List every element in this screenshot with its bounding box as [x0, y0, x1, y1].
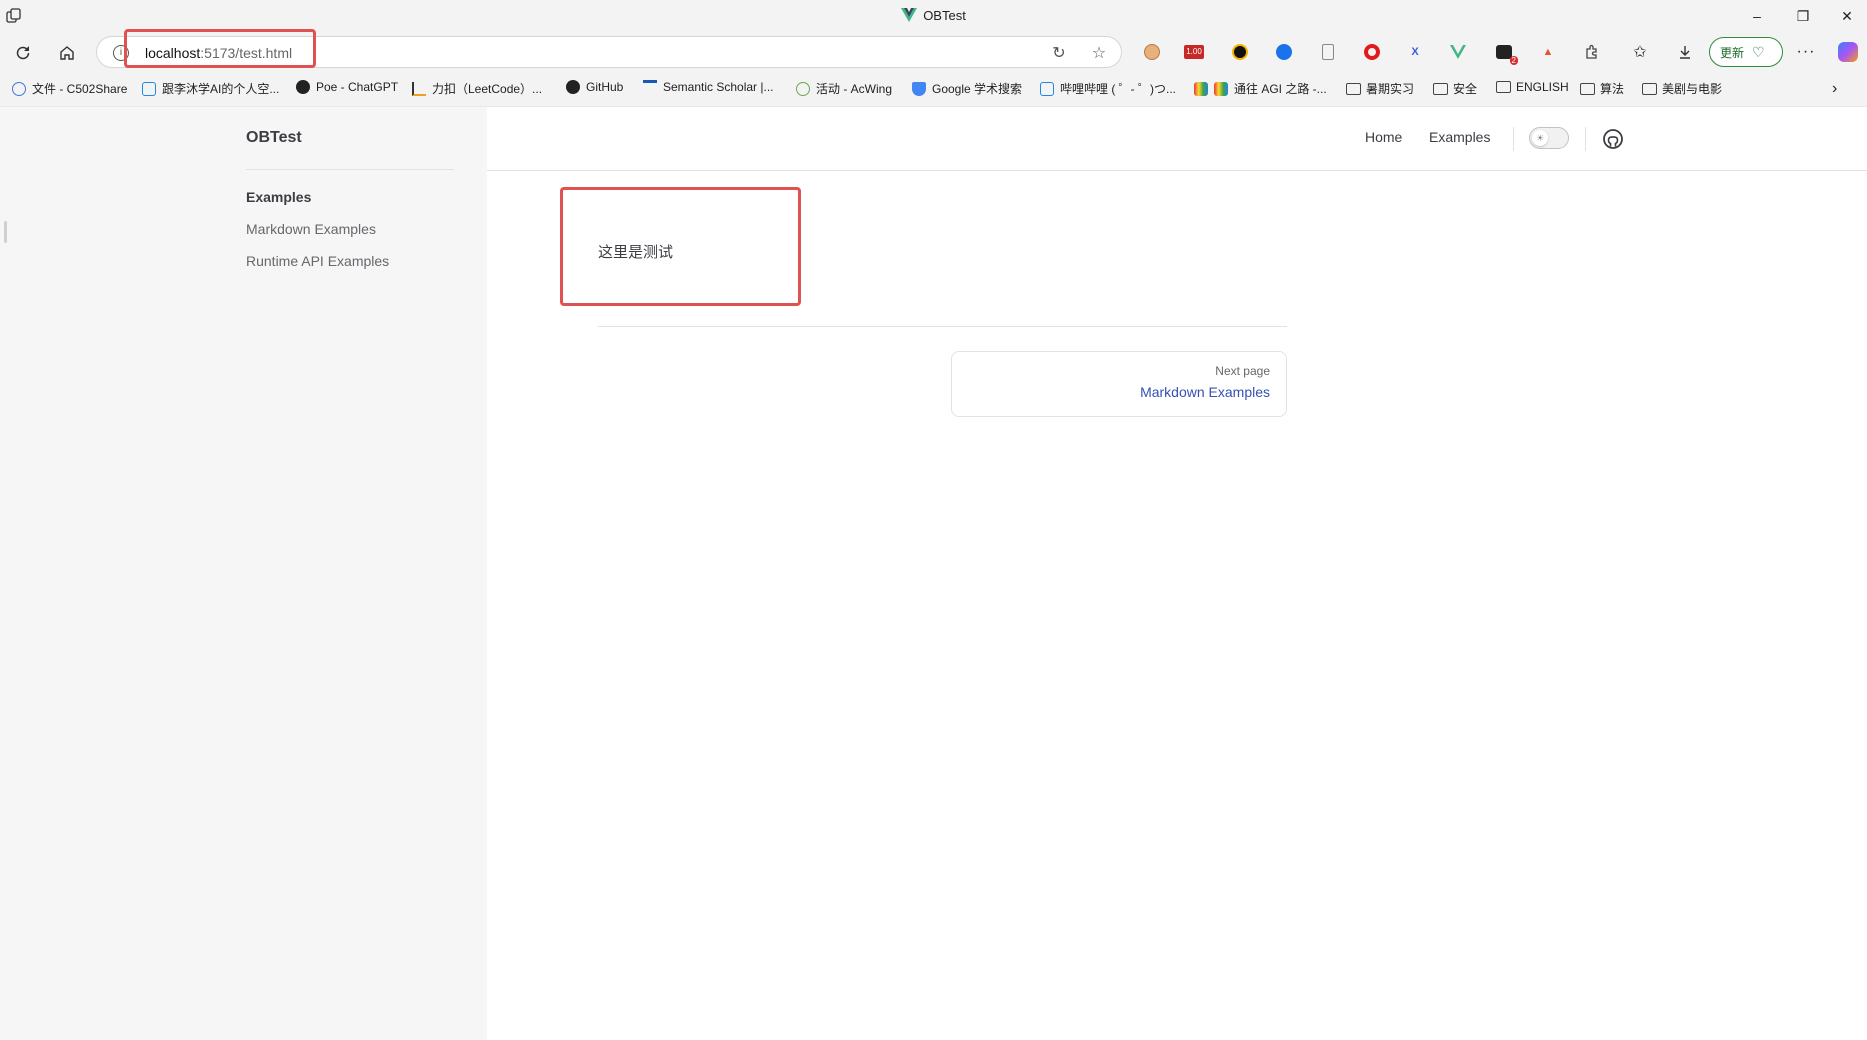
- close-button[interactable]: ✕: [1824, 0, 1867, 32]
- top-navbar: Home Examples ☀: [487, 107, 1867, 171]
- bookmark-semantic-scholar[interactable]: Semantic Scholar |...: [643, 80, 774, 94]
- content-divider: [598, 326, 1287, 327]
- bookmark-github[interactable]: GitHub: [566, 80, 623, 94]
- sidebar-link-markdown-examples[interactable]: Markdown Examples: [246, 221, 376, 237]
- globe-icon: [12, 81, 26, 96]
- window-title-text: OBTest: [923, 8, 966, 23]
- sidebar-link-runtime-api-examples[interactable]: Runtime API Examples: [246, 253, 389, 269]
- minimize-button[interactable]: –: [1734, 0, 1780, 32]
- page-viewport: OBTest Examples Markdown Examples Runtim…: [0, 106, 1867, 1040]
- nav-home-link[interactable]: Home: [1365, 129, 1402, 145]
- downloads-icon[interactable]: [1675, 42, 1695, 62]
- sidebar-resize-handle[interactable]: [4, 221, 7, 243]
- home-icon: [60, 46, 74, 60]
- next-page-link[interactable]: Next page Markdown Examples: [951, 351, 1287, 417]
- github-icon: [566, 80, 580, 94]
- annotation-highlight-url: [124, 29, 316, 68]
- nav-examples-link[interactable]: Examples: [1429, 129, 1490, 145]
- puzzle-icon: [1586, 44, 1597, 59]
- scholar-icon: [912, 81, 926, 96]
- bookmark-limu[interactable]: 跟李沐学AI的个人空...: [142, 80, 279, 97]
- extension-document-icon[interactable]: [1318, 42, 1338, 62]
- sidebar-section-examples[interactable]: Examples: [246, 189, 311, 205]
- sun-icon: ☀: [1532, 130, 1548, 146]
- folder-icon: [1580, 82, 1595, 95]
- github-icon[interactable]: [1603, 129, 1623, 149]
- folder-icon: [1433, 82, 1448, 95]
- extension-mail-icon[interactable]: 2: [1494, 42, 1518, 65]
- extension-avatar-icon[interactable]: [1142, 42, 1162, 62]
- vue-logo-icon: [901, 8, 918, 22]
- bookmark-folder-internship[interactable]: 暑期实习: [1346, 80, 1414, 97]
- update-label: 更新: [1720, 45, 1745, 60]
- pager-desc: Next page: [1215, 364, 1270, 378]
- title-bar: OBTest – ❐ ✕: [0, 0, 1867, 32]
- extension-counter-icon[interactable]: 1.00: [1184, 42, 1204, 62]
- bookmark-poe[interactable]: Poe - ChatGPT: [296, 80, 398, 94]
- download-icon: [1680, 46, 1690, 59]
- bookmark-folder-algorithms[interactable]: 算法: [1580, 80, 1624, 97]
- bookmark-leetcode[interactable]: 力扣（LeetCode）...: [412, 80, 542, 97]
- semantic-scholar-icon: [643, 80, 657, 94]
- extensions-puzzle-icon[interactable]: [1582, 42, 1602, 62]
- docs-sidebar: OBTest Examples Markdown Examples Runtim…: [0, 107, 487, 1040]
- extension-chat-icon[interactable]: [1274, 42, 1294, 62]
- folder-icon: [1346, 82, 1361, 95]
- browser-toolbar: i localhost:5173/test.html ↻ ☆ 1.00 X 2 …: [0, 29, 1867, 72]
- nav-separator: [1585, 127, 1586, 151]
- annotation-highlight-content: [560, 187, 801, 306]
- bookmarks-bar: 文件 - C502Share 跟李沐学AI的个人空... Poe - ChatG…: [0, 72, 1867, 106]
- bookmark-folder-security[interactable]: 安全: [1433, 80, 1477, 97]
- update-button[interactable]: 更新 ♡: [1709, 37, 1783, 67]
- window-title: OBTest: [0, 8, 1867, 23]
- bookmark-folder-english[interactable]: ENGLISH: [1496, 80, 1569, 94]
- extension-vue-devtools-icon[interactable]: [1448, 42, 1468, 62]
- bookmarks-overflow-chevron-icon[interactable]: ›: [1832, 80, 1837, 98]
- home-button[interactable]: [54, 40, 80, 66]
- bookmark-bilibili[interactable]: 哔哩哔哩 ( ゜- ゜)つ...: [1040, 80, 1176, 97]
- site-title[interactable]: OBTest: [246, 129, 302, 147]
- nav-separator: [1513, 127, 1514, 151]
- bookmark-acwing[interactable]: 活动 - AcWing: [796, 80, 892, 97]
- bilibili-icon: [1040, 81, 1054, 96]
- vue-devtools-icon: [1450, 45, 1466, 59]
- pager-title: Markdown Examples: [1140, 384, 1270, 400]
- extension-counter-badge: 1.00: [1184, 45, 1204, 59]
- bilibili-icon: [142, 81, 156, 96]
- restore-button[interactable]: ❐: [1780, 0, 1826, 32]
- bookmark-folder-movies[interactable]: 美剧与电影: [1642, 80, 1722, 97]
- bookmark-google-scholar[interactable]: Google 学术搜索: [912, 80, 1022, 97]
- sidebar-divider: [246, 169, 454, 170]
- rainbow-icon: [1214, 81, 1228, 96]
- more-menu-icon[interactable]: ···: [1796, 42, 1816, 62]
- favorite-star-icon[interactable]: ☆: [1089, 43, 1109, 63]
- folder-icon: [1642, 82, 1657, 95]
- leetcode-icon: [412, 81, 426, 96]
- extension-x-icon[interactable]: X: [1405, 42, 1425, 62]
- update-heart-icon: ♡: [1752, 43, 1765, 60]
- extension-opera-icon[interactable]: [1362, 42, 1382, 62]
- translate-icon[interactable]: ↻: [1049, 43, 1069, 63]
- copilot-icon[interactable]: [1838, 42, 1858, 62]
- folder-icon: [1496, 81, 1511, 93]
- appearance-toggle[interactable]: ☀: [1529, 127, 1569, 149]
- refresh-icon: [16, 46, 30, 60]
- bookmark-agi[interactable]: 通往 AGI 之路 -...: [1194, 80, 1327, 97]
- acwing-icon: [796, 81, 810, 96]
- poe-icon: [296, 80, 310, 94]
- extension-mail-badge: 2: [1509, 56, 1518, 65]
- refresh-button[interactable]: [10, 40, 36, 66]
- extension-person-icon[interactable]: ▲: [1538, 42, 1558, 62]
- rainbow-icon: [1194, 81, 1208, 96]
- extension-search-icon[interactable]: [1230, 42, 1250, 62]
- favorites-icon[interactable]: ✩: [1630, 42, 1650, 62]
- bookmark-c502share[interactable]: 文件 - C502Share: [12, 80, 127, 97]
